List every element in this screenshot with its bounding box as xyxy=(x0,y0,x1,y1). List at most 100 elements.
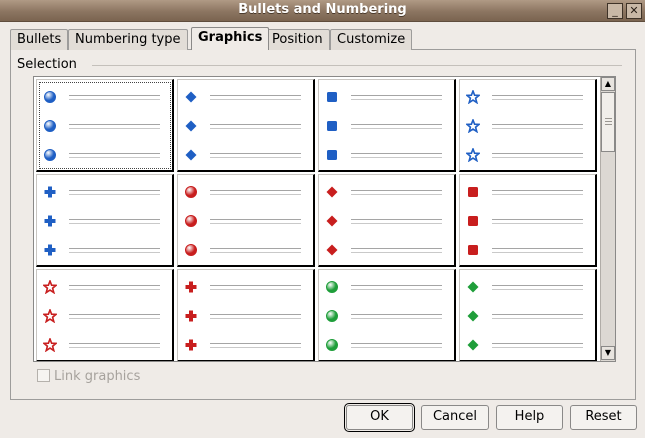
tab-bullets[interactable]: Bullets xyxy=(10,29,69,50)
sphere-bullet-icon xyxy=(184,243,198,257)
plus-bullet-icon xyxy=(184,338,198,352)
square-bullet-icon xyxy=(466,243,480,257)
scroll-down-icon[interactable]: ▼ xyxy=(601,346,615,360)
diamond-bullet-icon xyxy=(466,280,480,294)
bullet-style-option[interactable] xyxy=(177,269,315,361)
preview-line xyxy=(178,211,313,231)
bullet-style-option[interactable] xyxy=(459,269,597,361)
square-bullet-icon xyxy=(466,214,480,228)
bullet-style-option[interactable] xyxy=(459,174,597,267)
bullet-style-option[interactable] xyxy=(36,79,174,172)
selection-label: Selection xyxy=(17,57,81,72)
ok-button[interactable]: OK xyxy=(344,403,415,432)
preview-line xyxy=(460,182,595,202)
preview-line xyxy=(178,145,313,165)
star-bullet-icon xyxy=(41,307,59,324)
preview-line xyxy=(319,182,454,202)
window-title: Bullets and Numbering xyxy=(238,2,407,17)
star-bullet-icon xyxy=(464,146,482,163)
diamond-bullet-icon xyxy=(325,185,339,199)
preview-line xyxy=(37,277,172,297)
star-bullet-icon xyxy=(464,88,482,105)
sphere-bullet-icon xyxy=(325,309,339,323)
reset-button[interactable]: Reset xyxy=(570,405,637,430)
link-graphics-checkbox[interactable] xyxy=(37,369,50,382)
link-graphics-option[interactable]: Link graphics xyxy=(37,369,140,384)
sphere-bullet-icon xyxy=(43,119,57,133)
square-bullet-icon xyxy=(325,148,339,162)
star-bullet-icon xyxy=(41,278,59,295)
bullet-style-option[interactable] xyxy=(318,174,456,267)
tab-position[interactable]: Position xyxy=(265,29,330,50)
plus-bullet-icon xyxy=(184,309,198,323)
preview-line xyxy=(37,211,172,231)
preview-line xyxy=(319,277,454,297)
plus-bullet-icon xyxy=(43,243,57,257)
bullet-style-option[interactable] xyxy=(177,79,315,172)
minimize-icon[interactable]: _ xyxy=(607,3,623,19)
square-bullet-icon xyxy=(325,90,339,104)
preview-line xyxy=(319,211,454,231)
plus-bullet-icon xyxy=(43,185,57,199)
bullet-style-option[interactable] xyxy=(318,269,456,361)
close-icon[interactable]: ✕ xyxy=(626,3,642,19)
bullet-style-option[interactable] xyxy=(36,269,174,361)
square-bullet-icon xyxy=(466,185,480,199)
preview-line xyxy=(460,335,595,355)
preview-line xyxy=(178,240,313,260)
bullet-style-option[interactable] xyxy=(36,174,174,267)
sphere-bullet-icon xyxy=(325,338,339,352)
diamond-bullet-icon xyxy=(184,148,198,162)
star-bullet-icon xyxy=(41,336,59,353)
preview-line xyxy=(319,87,454,107)
plus-bullet-icon xyxy=(43,214,57,228)
diamond-bullet-icon xyxy=(466,338,480,352)
sphere-bullet-icon xyxy=(184,214,198,228)
diamond-bullet-icon xyxy=(184,90,198,104)
sphere-bullet-icon xyxy=(184,185,198,199)
preview-line xyxy=(460,240,595,260)
link-graphics-label: Link graphics xyxy=(54,369,141,384)
sphere-bullet-icon xyxy=(325,280,339,294)
preview-line xyxy=(178,182,313,202)
preview-line xyxy=(37,87,172,107)
preview-line xyxy=(460,277,595,297)
section-divider xyxy=(92,65,622,66)
diamond-bullet-icon xyxy=(325,214,339,228)
sphere-bullet-icon xyxy=(43,90,57,104)
diamond-bullet-icon xyxy=(466,309,480,323)
preview-line xyxy=(319,145,454,165)
preview-line xyxy=(460,116,595,136)
grid-scrollbar[interactable]: ▲ ▼ xyxy=(600,77,615,361)
scroll-up-icon[interactable]: ▲ xyxy=(601,77,615,91)
preview-line xyxy=(37,116,172,136)
title-bar: Bullets and Numbering _ ✕ xyxy=(0,0,645,22)
preview-line xyxy=(460,306,595,326)
bullet-grid xyxy=(33,76,616,362)
bullet-style-option[interactable] xyxy=(459,79,597,172)
bullet-style-option[interactable] xyxy=(318,79,456,172)
tab-numbering-type[interactable]: Numbering type xyxy=(68,29,188,50)
preview-line xyxy=(319,116,454,136)
preview-line xyxy=(319,335,454,355)
preview-line xyxy=(460,87,595,107)
bullet-style-option[interactable] xyxy=(177,174,315,267)
plus-bullet-icon xyxy=(184,280,198,294)
preview-line xyxy=(178,306,313,326)
diamond-bullet-icon xyxy=(325,243,339,257)
preview-line xyxy=(460,145,595,165)
preview-line xyxy=(178,277,313,297)
diamond-bullet-icon xyxy=(184,119,198,133)
preview-line xyxy=(178,87,313,107)
preview-line xyxy=(178,335,313,355)
tab-graphics[interactable]: Graphics xyxy=(191,27,270,50)
preview-line xyxy=(460,211,595,231)
help-button[interactable]: Help xyxy=(496,405,563,430)
preview-line xyxy=(37,306,172,326)
cancel-button[interactable]: Cancel xyxy=(421,405,489,430)
tab-customize[interactable]: Customize xyxy=(330,29,413,50)
scroll-thumb[interactable] xyxy=(601,92,615,152)
sphere-bullet-icon xyxy=(43,148,57,162)
preview-line xyxy=(178,116,313,136)
preview-line xyxy=(37,240,172,260)
